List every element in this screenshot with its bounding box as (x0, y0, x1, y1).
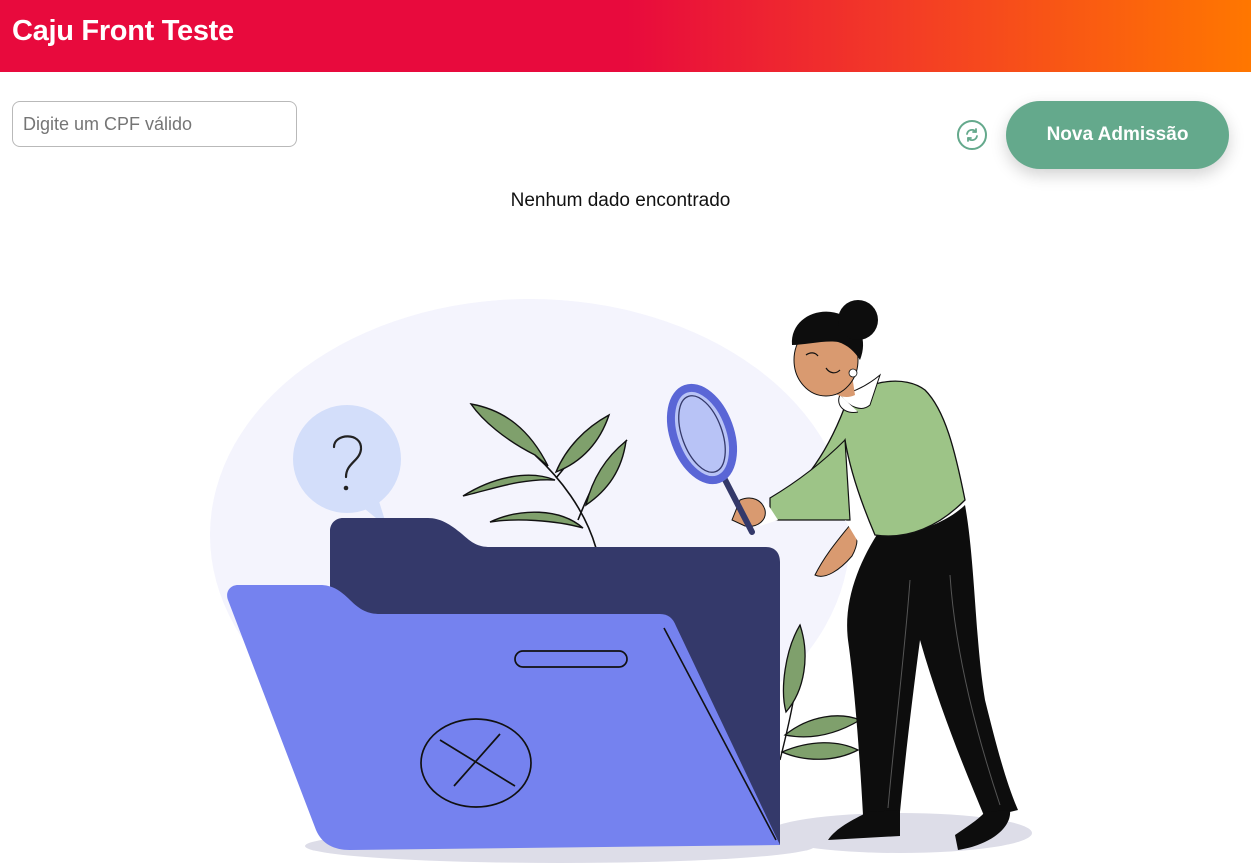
refresh-icon (964, 127, 980, 143)
question-bubble-icon (293, 405, 401, 527)
folder-back (330, 518, 780, 845)
plant-icon (462, 403, 628, 549)
folder-front (227, 585, 780, 850)
refresh-button[interactable] (957, 120, 987, 150)
small-plant-icon (779, 623, 862, 761)
background-blob (210, 299, 850, 771)
empty-state-message: Nenhum dado encontrado (510, 190, 731, 211)
folder-handle (514, 650, 628, 668)
app-header: Caju Front Teste (0, 0, 1251, 72)
cpf-search-input[interactable] (12, 101, 297, 147)
app-title: Caju Front Teste (12, 15, 234, 47)
ground-shadow-person (768, 813, 1032, 853)
magnifying-glass-icon (666, 383, 755, 535)
folder-edge-line (663, 627, 777, 841)
new-admission-button[interactable]: Nova Admissão (1006, 101, 1229, 169)
ground-shadow (305, 829, 815, 863)
person-searching-icon (731, 300, 1018, 850)
folder-close-mark-icon (420, 718, 532, 808)
